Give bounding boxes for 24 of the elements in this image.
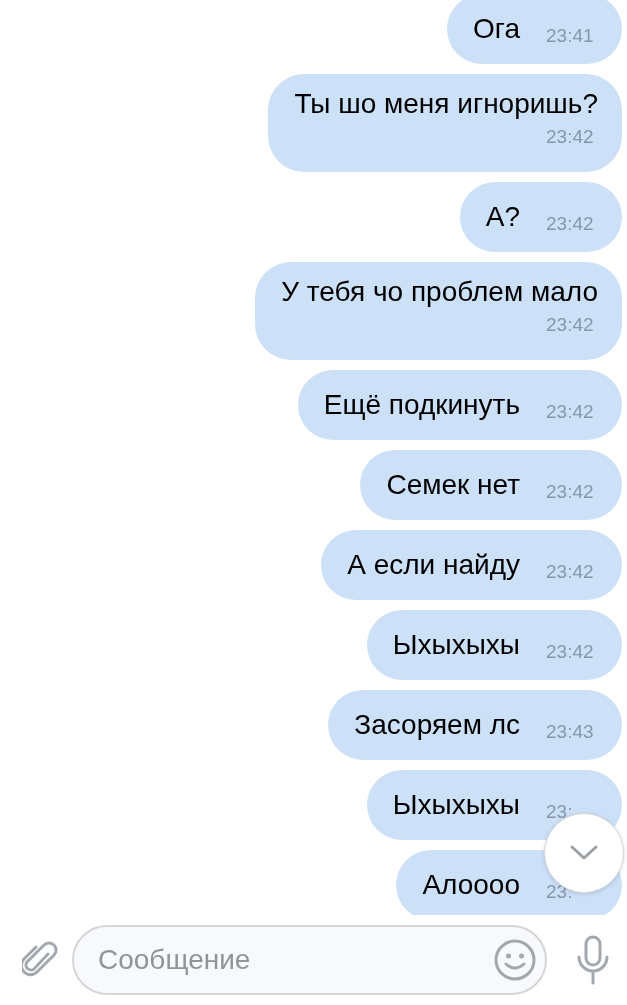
message-text: Семек нет	[386, 469, 520, 501]
message-text: Ыхыхыхы	[392, 629, 520, 661]
message-time: 23:42	[546, 561, 595, 583]
message-text: А?	[485, 201, 520, 233]
message-time: 23:42	[546, 641, 595, 663]
message-text: А если найду	[347, 549, 520, 581]
message-text: У тебя чо проблем мало	[281, 276, 598, 308]
message-field[interactable]: Сообщение	[72, 925, 547, 995]
smiley-icon[interactable]	[493, 938, 537, 982]
message-time: 23:42	[546, 481, 595, 503]
message-time: 23:43	[546, 721, 595, 743]
message-time: 23:42	[546, 314, 595, 336]
message-text: Алоооо	[422, 869, 520, 901]
message-text: Ты шо меня игноришь?	[294, 88, 598, 120]
message-time: 23:	[546, 801, 574, 823]
message-time: 23:42	[546, 401, 595, 423]
message-text: Ещё подкинуть	[323, 389, 520, 421]
message-time: 23:42	[546, 213, 595, 235]
message-time: 23:42	[546, 126, 595, 148]
message-text: Засоряем лс	[354, 709, 520, 741]
message-time: 23:41	[546, 25, 595, 47]
message-text: Ога	[473, 13, 520, 45]
message-text: Ыхыхыхы	[392, 789, 520, 821]
chevron-down-icon	[569, 844, 599, 862]
